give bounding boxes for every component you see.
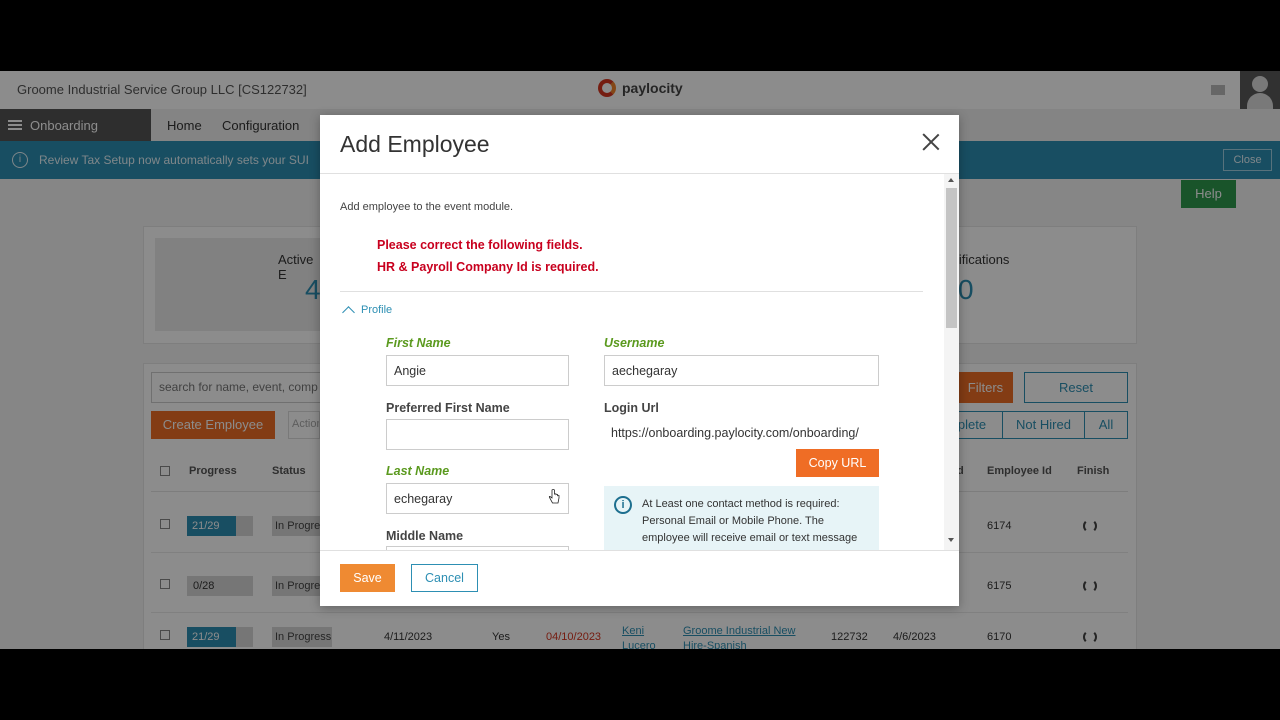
middle-name-label: Middle Name (386, 529, 464, 543)
profile-section-toggle[interactable]: Profile (361, 304, 392, 316)
modal-body: Add employee to the event module. Please… (320, 174, 944, 550)
scroll-down-icon[interactable] (948, 538, 954, 542)
contact-info-box: i At Least one contact method is require… (604, 486, 879, 550)
error-company-id: HR & Payroll Company Id is required. (377, 260, 599, 274)
login-url-value: https://onboarding.paylocity.com/onboard… (611, 426, 859, 440)
hand-cursor-icon (548, 489, 560, 504)
copy-url-button[interactable]: Copy URL (796, 449, 879, 477)
first-name-field[interactable]: Angie (386, 355, 569, 386)
preferred-first-name-label: Preferred First Name (386, 401, 510, 415)
first-name-label: First Name (386, 336, 451, 350)
scrollbar-thumb[interactable] (946, 188, 957, 328)
last-name-label: Last Name (386, 464, 450, 478)
error-heading: Please correct the following fields. (377, 238, 583, 252)
username-label: Username (604, 336, 665, 350)
modal-description: Add employee to the event module. (340, 201, 514, 213)
last-name-field[interactable]: echegaray (386, 483, 569, 514)
modal-footer-divider (320, 550, 959, 551)
info-icon: i (614, 496, 632, 514)
save-button[interactable]: Save (340, 564, 395, 592)
username-field[interactable]: aechegaray (604, 355, 879, 386)
modal-scrollbar[interactable] (944, 174, 959, 550)
preferred-first-name-field[interactable] (386, 419, 569, 450)
login-url-label: Login Url (604, 401, 659, 415)
contact-info-text: At Least one contact method is required:… (642, 498, 858, 544)
chevron-up-icon[interactable] (342, 306, 355, 319)
close-icon[interactable] (920, 131, 942, 153)
cancel-button[interactable]: Cancel (411, 564, 478, 592)
section-divider (340, 291, 923, 292)
modal-title: Add Employee (340, 131, 490, 157)
app-frame: Groome Industrial Service Group LLC [CS1… (0, 71, 1280, 649)
add-employee-modal: Add Employee Add employee to the event m… (320, 115, 959, 606)
scroll-up-icon[interactable] (948, 178, 954, 182)
